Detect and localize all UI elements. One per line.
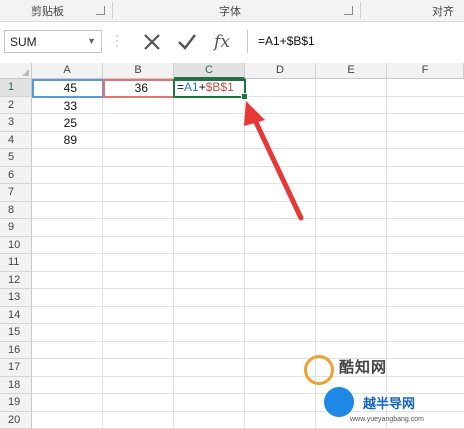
watermark-line2: 越半导网 <box>363 396 416 411</box>
watermark-line1: 酷知网 <box>339 359 388 376</box>
watermark-logo-icon <box>304 355 334 385</box>
watermark-line3: www.yueyangbang.com <box>350 416 424 423</box>
watermark: 酷知网 越半导网 www.yueyangbang.com <box>300 351 464 429</box>
watermark-logo2-icon <box>324 387 354 417</box>
